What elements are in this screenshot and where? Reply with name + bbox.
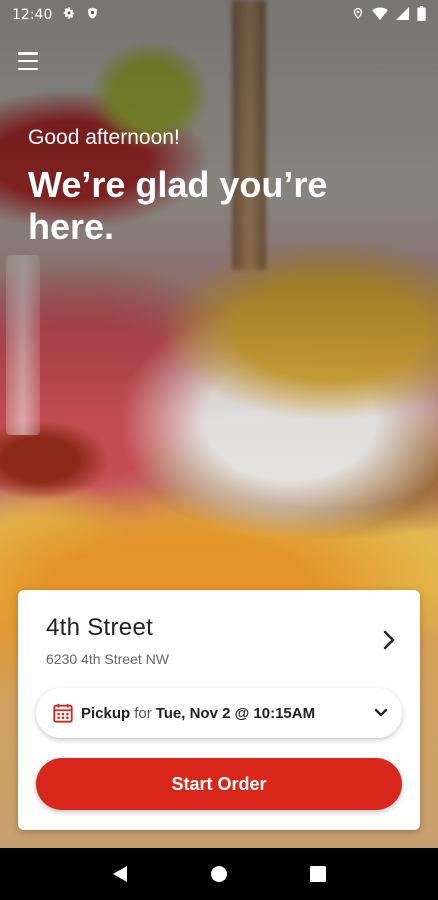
system-nav-bar — [0, 848, 438, 900]
store-address: 6230 4th Street NW — [46, 651, 169, 667]
store-name: 4th Street — [46, 614, 154, 641]
home-icon[interactable] — [209, 864, 229, 884]
menu-button[interactable] — [18, 52, 38, 70]
start-order-button[interactable]: Start Order — [36, 758, 402, 810]
hamburger-icon — [18, 52, 38, 55]
pickup-connector: for — [134, 704, 152, 722]
chevron-right-icon — [383, 630, 395, 650]
battery-icon — [417, 5, 426, 25]
recents-icon[interactable] — [308, 864, 328, 884]
chevron-down-icon — [374, 708, 388, 717]
greeting-text: Good afternoon! — [28, 126, 180, 149]
app-screen: 12:40 Good afternoon! We’re glad you’re … — [0, 0, 438, 900]
calendar-icon — [53, 703, 73, 723]
store-selector[interactable]: 4th Street 6230 4th Street NW — [18, 590, 420, 676]
signal-icon — [396, 6, 409, 24]
shield-icon — [86, 6, 99, 24]
settings-icon — [62, 6, 76, 24]
wifi-icon — [372, 6, 388, 24]
location-icon — [352, 6, 364, 24]
pickup-time-selector[interactable]: Pickup for Tue, Nov 2 @ 10:15AM — [36, 688, 402, 738]
back-icon[interactable] — [110, 864, 130, 884]
page-title: We’re glad you’re here. — [28, 164, 328, 247]
pickup-mode: Pickup — [81, 704, 131, 722]
pickup-time: Tue, Nov 2 @ 10:15AM — [155, 704, 316, 722]
location-card: 4th Street 6230 4th Street NW Pickup for — [18, 590, 420, 830]
status-time: 12:40 — [12, 7, 53, 23]
status-bar: 12:40 — [0, 0, 438, 30]
